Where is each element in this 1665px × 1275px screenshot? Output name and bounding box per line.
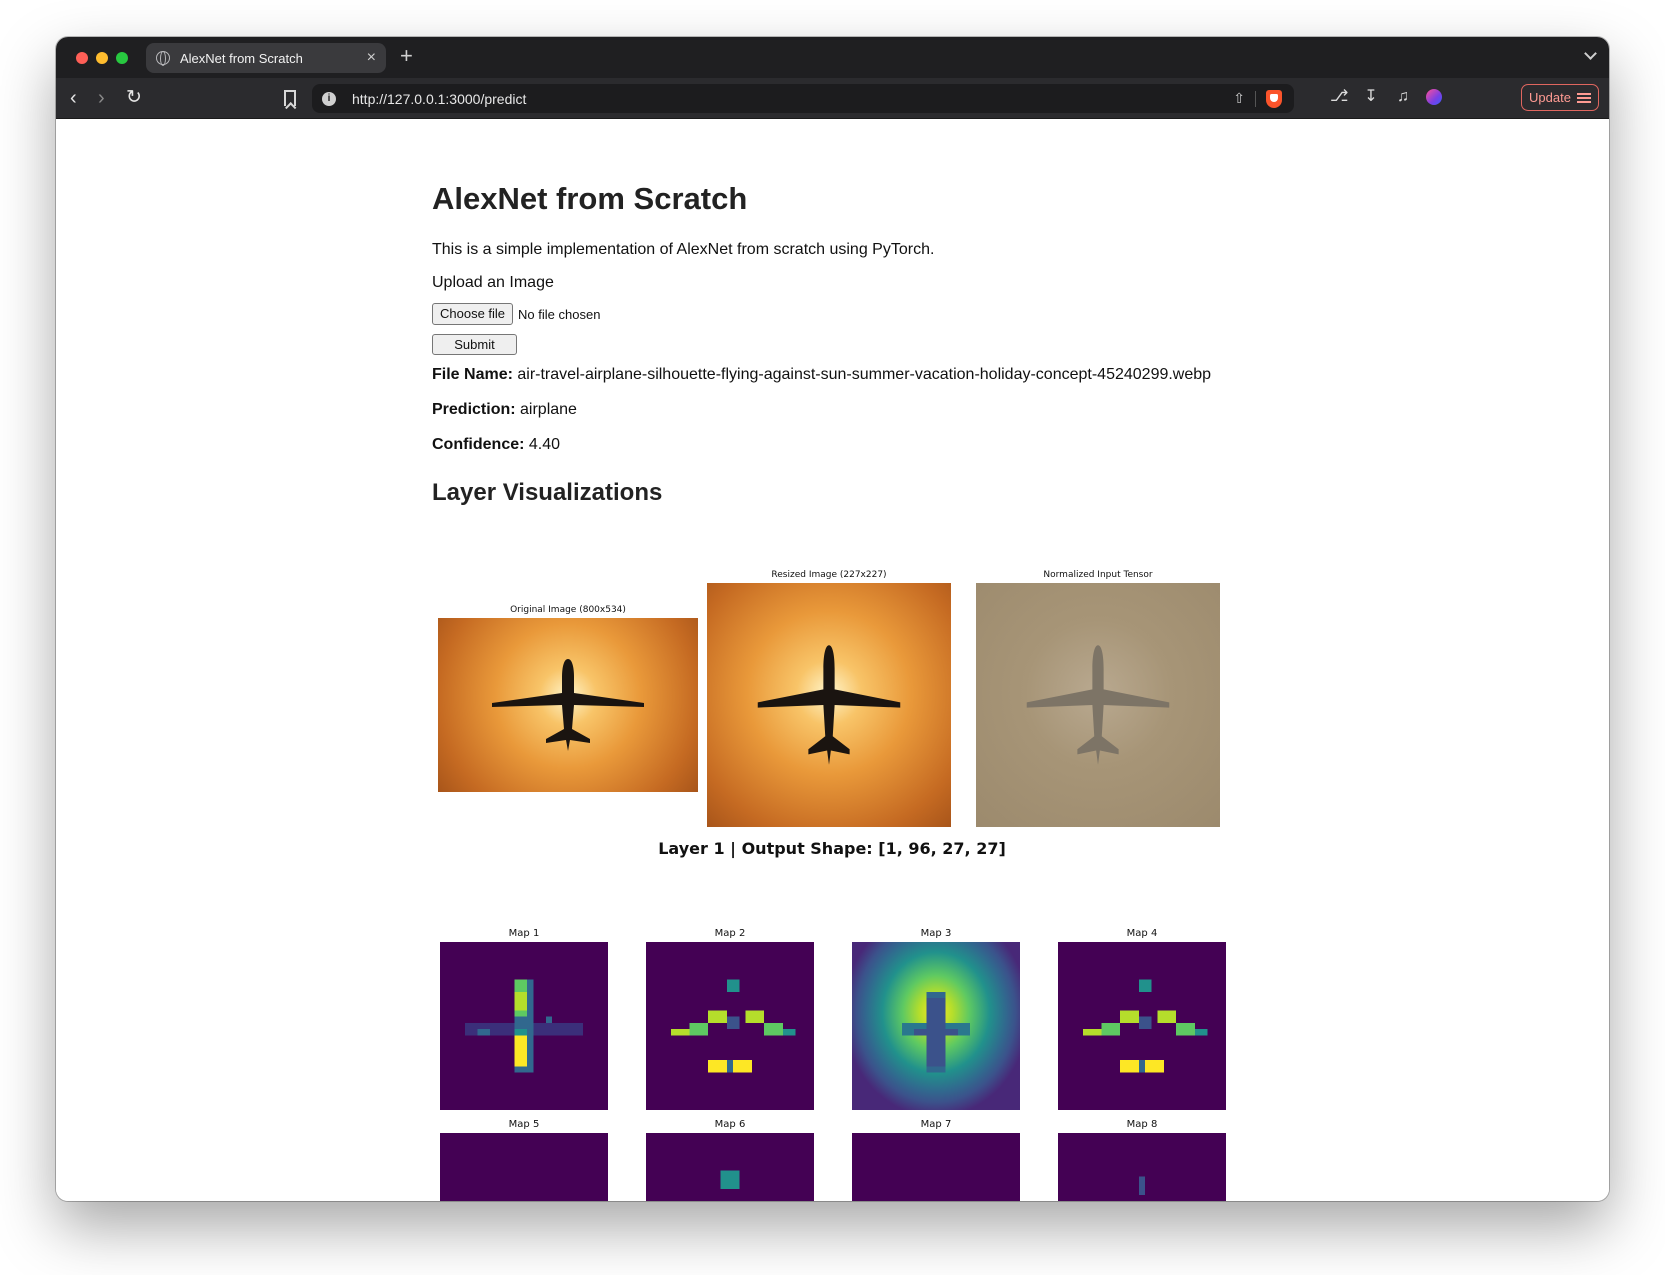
feature-map-2 — [646, 942, 814, 1110]
download-icon[interactable]: ↧ — [1362, 88, 1380, 106]
divider — [1255, 90, 1256, 107]
feature-map-4-heatmap — [1082, 979, 1208, 1073]
file-name-line: File Name: air-travel-airplane-silhouett… — [432, 366, 1211, 384]
back-button[interactable]: ‹ — [70, 88, 77, 108]
chevron-down-icon[interactable] — [1584, 47, 1597, 60]
original-image-caption: Original Image (800x534) — [510, 605, 626, 615]
feature-map-6 — [646, 1133, 814, 1201]
choose-file-button[interactable]: Choose file — [432, 303, 514, 325]
page-title: AlexNet from Scratch — [432, 181, 748, 216]
map-caption: Map 5 — [508, 1119, 540, 1130]
browser-toolbar: ‹ › ↻ i http://127.0.0.1:3000/predict ⇧ … — [56, 78, 1609, 119]
tab-title: AlexNet from Scratch — [180, 50, 303, 66]
media-icon[interactable]: ♫ — [1394, 88, 1412, 106]
profile-avatar-icon[interactable] — [1426, 89, 1442, 105]
intro-text: This is a simple implementation of AlexN… — [432, 241, 935, 258]
browser-window: AlexNet from Scratch × + ‹ › ↻ i http://… — [56, 37, 1609, 1201]
visualizations-heading: Layer Visualizations — [432, 479, 663, 506]
close-window-button[interactable] — [76, 52, 88, 64]
resized-image — [707, 583, 951, 827]
new-tab-button[interactable]: + — [400, 45, 413, 67]
zoom-window-button[interactable] — [116, 52, 128, 64]
file-input[interactable]: Choose file No file chosen — [432, 303, 600, 325]
toolbar-icons: ⎇ ↧ ♫ — [1330, 88, 1442, 106]
feature-map-8-heatmap — [1138, 1176, 1146, 1196]
feature-map-8 — [1058, 1133, 1226, 1201]
address-bar[interactable]: i http://127.0.0.1:3000/predict ⇧ — [312, 84, 1294, 113]
globe-icon — [156, 51, 170, 66]
layer-title: Layer 1 | Output Shape: [1, 96, 27, 27] — [658, 839, 1006, 858]
browser-tab[interactable]: AlexNet from Scratch × — [146, 43, 386, 73]
update-label: Update — [1529, 90, 1571, 105]
file-name-value: air-travel-airplane-silhouette-flying-ag… — [517, 366, 1212, 383]
tab-close-icon[interactable]: × — [367, 50, 376, 66]
map-caption: Map 1 — [508, 928, 540, 939]
confidence-value: 4.40 — [528, 436, 561, 453]
reload-button[interactable]: ↻ — [126, 88, 142, 108]
bookmark-icon[interactable] — [284, 90, 296, 106]
airplane-silhouette — [1026, 645, 1170, 765]
feature-map-4 — [1058, 942, 1226, 1110]
airplane-silhouette — [492, 659, 644, 751]
map-caption: Map 4 — [1126, 928, 1158, 939]
prediction-label: Prediction: — [432, 401, 516, 418]
prediction-line: Prediction: airplane — [432, 401, 577, 419]
share-icon[interactable]: ⇧ — [1233, 90, 1245, 107]
normalized-tensor-caption: Normalized Input Tensor — [1043, 570, 1153, 580]
prediction-value: airplane — [520, 401, 577, 418]
site-info-icon[interactable]: i — [322, 91, 336, 106]
feature-map-3 — [852, 942, 1020, 1110]
feature-map-3-heatmap — [901, 991, 971, 1073]
file-name-label: File Name: — [432, 366, 513, 383]
brave-shield-icon[interactable] — [1266, 89, 1282, 108]
extensions-icon[interactable]: ⎇ — [1330, 88, 1348, 106]
map-caption: Map 3 — [920, 928, 952, 939]
confidence-label: Confidence: — [432, 436, 525, 453]
map-caption: Map 2 — [714, 928, 746, 939]
feature-map-1 — [440, 942, 608, 1110]
feature-map-6-heatmap — [720, 1170, 740, 1189]
map-caption: Map 6 — [714, 1119, 746, 1130]
menu-icon — [1576, 92, 1591, 103]
airplane-silhouette — [757, 645, 901, 765]
update-button[interactable]: Update — [1521, 84, 1599, 111]
confidence-line: Confidence: 4.40 — [432, 436, 560, 454]
feature-map-7 — [852, 1133, 1020, 1201]
url-text[interactable]: http://127.0.0.1:3000/predict — [352, 91, 1233, 107]
feature-map-5 — [440, 1133, 608, 1201]
submit-button[interactable]: Submit — [432, 334, 517, 355]
feature-map-2-heatmap — [670, 979, 796, 1073]
resized-image-caption: Resized Image (227x227) — [771, 570, 887, 580]
map-caption: Map 7 — [920, 1119, 952, 1130]
upload-label: Upload an Image — [432, 274, 554, 291]
minimize-window-button[interactable] — [96, 52, 108, 64]
map-caption: Map 8 — [1126, 1119, 1158, 1130]
normalized-tensor-image — [976, 583, 1220, 827]
tab-bar: AlexNet from Scratch × + — [56, 37, 1609, 78]
page-viewport: AlexNet from Scratch This is a simple im… — [56, 119, 1609, 1201]
forward-button[interactable]: › — [98, 88, 105, 108]
feature-map-1-heatmap — [464, 979, 584, 1073]
original-image — [438, 618, 698, 792]
no-file-text: No file chosen — [518, 306, 601, 322]
